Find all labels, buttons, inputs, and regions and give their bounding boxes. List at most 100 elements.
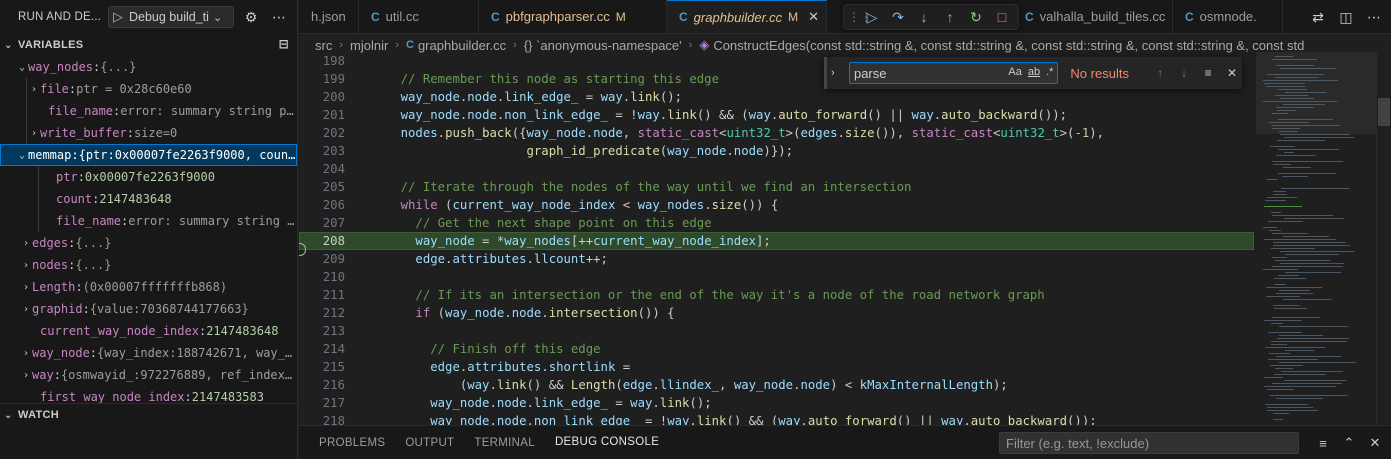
code-line[interactable]: 210: [299, 268, 1254, 286]
step-out-icon[interactable]: ↑: [938, 6, 962, 28]
breadcrumb-item-file[interactable]: graphbuilder.cc: [418, 38, 506, 53]
chevron-right-icon[interactable]: ›: [28, 84, 40, 95]
panel-tab-problems[interactable]: PROBLEMS: [309, 426, 395, 459]
toggle-replace-icon[interactable]: ›: [831, 67, 845, 79]
chevron-right-icon[interactable]: ›: [20, 238, 32, 249]
minimap-line: [1283, 104, 1325, 105]
code-line[interactable]: 212 if (way_node.node.intersection()) {: [299, 304, 1254, 322]
next-match-icon[interactable]: ↓: [1174, 66, 1194, 80]
find-in-selection-icon[interactable]: ≡: [1198, 66, 1218, 80]
debug-console-filter-input[interactable]: Filter (e.g. text, !exclude): [999, 432, 1299, 454]
panel-tab-output[interactable]: OUTPUT: [395, 426, 464, 459]
code-line[interactable]: 211 // If its an intersection or the end…: [299, 286, 1254, 304]
variable-row[interactable]: ⌄ way_nodes: {...}: [0, 56, 297, 78]
chevron-down-icon[interactable]: ⌄: [16, 62, 28, 73]
code-line[interactable]: 202 nodes.push_back({way_node.node, stat…: [299, 124, 1254, 142]
variable-value: {value:70368744177663}: [89, 302, 249, 316]
code-line[interactable]: 214 // Finish off this edge: [299, 340, 1254, 358]
variable-row[interactable]: ⌄ memmap: {ptr:0x00007fe2263f9000, coun..…: [0, 144, 297, 166]
step-over-icon[interactable]: ↷: [886, 6, 910, 28]
maximize-panel-icon[interactable]: ⌃: [1339, 432, 1359, 454]
code-line[interactable]: 216 (way.link() && Length(edge.llindex_,…: [299, 376, 1254, 394]
code-line[interactable]: 207 // Get the next shape point on this …: [299, 214, 1254, 232]
tab-h-json[interactable]: h.json: [299, 0, 359, 33]
variable-row[interactable]: › write_buffer: size=0: [0, 122, 297, 144]
chevron-right-icon[interactable]: ›: [20, 348, 32, 359]
continue-icon[interactable]: ▷: [860, 6, 884, 28]
tab-util-cc[interactable]: Cutil.cc: [359, 0, 479, 33]
gear-icon[interactable]: ⚙: [240, 6, 262, 28]
match-case-icon[interactable]: Aa: [1008, 66, 1021, 78]
regex-icon[interactable]: .*: [1046, 66, 1053, 78]
tab-graphbuilder-cc[interactable]: Cgraphbuilder.cc M ✕: [667, 0, 827, 33]
chevron-down-icon[interactable]: ⌄: [16, 150, 28, 161]
variable-row[interactable]: › edges: {...}: [0, 232, 297, 254]
current-code-line[interactable]: 208 way_node = *way_nodes[++current_way_…: [299, 232, 1254, 256]
breadcrumb-item-src[interactable]: src: [315, 38, 332, 53]
variable-row[interactable]: ptr: 0x00007fe2263f9000: [0, 166, 297, 188]
variables-section-header[interactable]: ⌄ VARIABLES ⊟: [0, 34, 297, 56]
variable-row[interactable]: › Length: (0x00007fffffffb868): [0, 276, 297, 298]
code-line[interactable]: 218 way_node.node.non_link_edge_ = !way.…: [299, 412, 1254, 425]
minimap-line: [1272, 128, 1300, 129]
find-input[interactable]: parse Aa ab .*: [848, 62, 1059, 84]
code-line[interactable]: 201 way_node.node.non_link_edge_ = !way.…: [299, 106, 1254, 124]
code-line[interactable]: 215 edge.attributes.shortlink =: [299, 358, 1254, 376]
chevron-right-icon[interactable]: ›: [20, 304, 32, 315]
chevron-right-icon[interactable]: ›: [20, 370, 32, 381]
more-actions-icon[interactable]: ⋯: [1363, 6, 1385, 28]
start-debugging-icon[interactable]: ▷: [113, 9, 123, 25]
collapse-all-icon[interactable]: ⊟: [279, 37, 289, 51]
variable-row[interactable]: › graphid: {value:70368744177663}: [0, 298, 297, 320]
chevron-right-icon[interactable]: ›: [28, 128, 40, 139]
minimap[interactable]: [1256, 52, 1376, 425]
breadcrumb-item-namespace[interactable]: {} `anonymous-namespace': [524, 38, 682, 53]
minimap-line: [1276, 356, 1341, 357]
previous-match-icon[interactable]: ↑: [1150, 66, 1170, 80]
stop-icon[interactable]: □: [990, 6, 1014, 28]
variable-row[interactable]: current_way_node_index: 2147483648: [0, 320, 297, 342]
compare-changes-icon[interactable]: ⇄: [1307, 6, 1329, 28]
more-actions-icon[interactable]: ⋯: [268, 6, 290, 28]
close-icon[interactable]: ✕: [1365, 432, 1385, 454]
scrollbar-thumb[interactable]: [1378, 98, 1390, 126]
code-line[interactable]: 203 graph_id_predicate(way_node.node)});: [299, 142, 1254, 160]
variable-row[interactable]: › way: {osmwayid_:972276889, ref_index_:.…: [0, 364, 297, 386]
step-into-icon[interactable]: ↓: [912, 6, 936, 28]
tab-osmnode-[interactable]: Cosmnode.: [1173, 0, 1283, 33]
code-line[interactable]: 205 // Iterate through the nodes of the …: [299, 178, 1254, 196]
code-line[interactable]: 213: [299, 322, 1254, 340]
variable-row[interactable]: ›way_node: {way_index:188742671, way_sh.…: [0, 342, 297, 364]
code-editor[interactable]: 198 199 // Remember this node as starting…: [299, 52, 1254, 425]
code-line[interactable]: 209 edge.attributes.llcount++;: [299, 250, 1254, 268]
panel-actions: ≡ ⌃ ✕: [1313, 432, 1385, 454]
split-editor-icon[interactable]: ◫: [1335, 6, 1357, 28]
close-icon[interactable]: ✕: [808, 9, 819, 25]
variable-row[interactable]: file_name: error: summary string par...: [0, 210, 297, 232]
code-line[interactable]: 217 way_node.node.link_edge_ = way.link(…: [299, 394, 1254, 412]
close-icon[interactable]: ✕: [1222, 66, 1242, 80]
restart-icon[interactable]: ↻: [964, 6, 988, 28]
launch-config-dropdown[interactable]: ▷ Debug build_tile ⌄: [108, 6, 234, 28]
vertical-scrollbar[interactable]: [1376, 52, 1390, 425]
variable-row[interactable]: file_name: error: summary string pars...: [0, 100, 297, 122]
chevron-right-icon[interactable]: ›: [20, 282, 32, 293]
indent-guide: [26, 100, 27, 122]
tab-valhalla-build-tiles-cc[interactable]: Cvalhalla_build_tiles.cc: [1013, 0, 1173, 33]
whole-word-icon[interactable]: ab: [1028, 66, 1040, 78]
variable-row[interactable]: › file: ptr = 0x28c60e60: [0, 78, 297, 100]
code-line[interactable]: 204: [299, 160, 1254, 178]
chevron-right-icon[interactable]: ›: [20, 260, 32, 271]
variable-row[interactable]: count: 2147483648: [0, 188, 297, 210]
code-line[interactable]: 206 while (current_way_node_index < way_…: [299, 196, 1254, 214]
code-line[interactable]: 200 way_node.node.link_edge_ = way.link(…: [299, 88, 1254, 106]
panel-tab-debug-console[interactable]: DEBUG CONSOLE: [544, 426, 670, 459]
drag-handle-icon[interactable]: ⋮⋮: [848, 10, 872, 24]
breadcrumb-item-mjolnir[interactable]: mjolnir: [350, 38, 388, 53]
watch-section-header[interactable]: ⌄ WATCH: [0, 404, 297, 426]
tab-pbfgraphparser-cc[interactable]: Cpbfgraphparser.cc M: [479, 0, 667, 33]
panel-tab-terminal[interactable]: TERMINAL: [464, 426, 545, 459]
variable-row[interactable]: › nodes: {...}: [0, 254, 297, 276]
clear-console-icon[interactable]: ≡: [1313, 432, 1333, 454]
breadcrumb-item-function[interactable]: ConstructEdges(const std::string &, cons…: [713, 38, 1304, 53]
